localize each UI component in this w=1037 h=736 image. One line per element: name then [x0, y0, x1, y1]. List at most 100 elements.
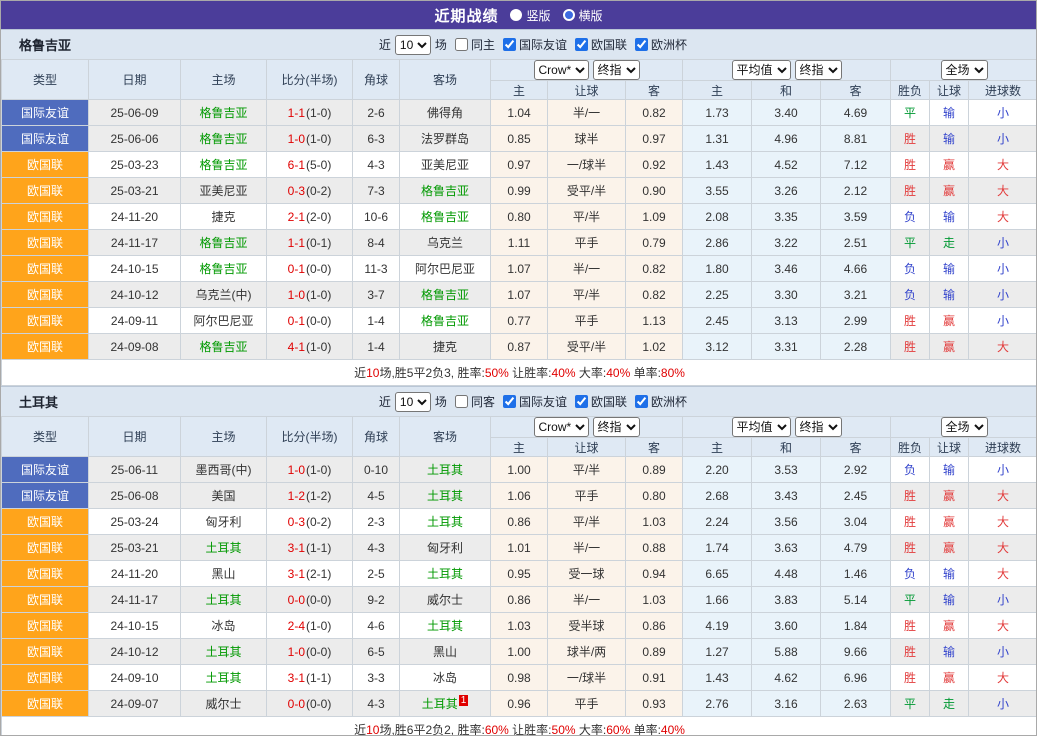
- cell-result: 胜: [891, 126, 930, 152]
- team-name: 土耳其: [19, 392, 58, 411]
- cell-home: 格鲁吉亚: [181, 126, 267, 152]
- table-row: 欧国联24-09-11阿尔巴尼亚0-1(0-0)1-4格鲁吉亚0.77平手1.1…: [2, 308, 1037, 334]
- competition-checkbox-国际友谊[interactable]: [503, 38, 516, 51]
- cell-result: 胜: [891, 178, 930, 204]
- same-venue-checkbox[interactable]: [455, 395, 468, 408]
- fulltime-score: 1-0: [288, 463, 305, 477]
- cell-home: 威尔士: [181, 691, 267, 717]
- competition-checkbox-欧洲杯[interactable]: [635, 395, 648, 408]
- competition-checkbox-欧国联[interactable]: [575, 395, 588, 408]
- dropdown-终指[interactable]: 终指: [795, 417, 842, 437]
- halftime-score: (0-1): [306, 236, 331, 250]
- halftime-score: (0-0): [306, 645, 331, 659]
- cell-score: 1-2(1-2): [267, 483, 353, 509]
- dropdown-10[interactable]: 10: [395, 392, 431, 412]
- col-header: 让球: [930, 438, 969, 457]
- dropdown-终指[interactable]: 终指: [795, 60, 842, 80]
- cell-date: 25-03-23: [89, 152, 181, 178]
- cell-avg-draw: 3.43: [752, 483, 821, 509]
- dropdown-终指[interactable]: 终指: [593, 417, 640, 437]
- cell-avg-draw: 3.63: [752, 535, 821, 561]
- cell-goals: 小: [969, 691, 1037, 717]
- cell-odds-home: 0.77: [491, 308, 548, 334]
- cell-avg-away: 2.99: [821, 308, 891, 334]
- fulltime-score: 3-1: [288, 567, 305, 581]
- same-venue-checkbox[interactable]: [455, 38, 468, 51]
- col-header: 比分(半场): [267, 417, 353, 457]
- cell-away: 格鲁吉亚: [400, 308, 491, 334]
- halftime-score: (2-0): [306, 210, 331, 224]
- fulltime-score: 2-1: [288, 210, 305, 224]
- cell-date: 24-11-20: [89, 204, 181, 230]
- cell-goals: 大: [969, 535, 1037, 561]
- competition-checkbox-欧国联[interactable]: [575, 38, 588, 51]
- col-header: 类型: [2, 60, 89, 100]
- cell-odds-away: 1.02: [626, 334, 683, 360]
- competition-label: 欧国联: [591, 36, 627, 53]
- cell-odds-home: 1.07: [491, 282, 548, 308]
- cell-odds-away: 0.80: [626, 483, 683, 509]
- layout-radio-horizontal[interactable]: 横版: [563, 7, 603, 24]
- away-sup-badge: 1: [459, 695, 469, 706]
- radio-unselected-icon[interactable]: [563, 9, 575, 21]
- games-label: 场: [435, 393, 447, 410]
- cell-away: 格鲁吉亚: [400, 282, 491, 308]
- dropdown-10[interactable]: 10: [395, 35, 431, 55]
- competition-label: 欧国联: [591, 393, 627, 410]
- radio-selected-icon[interactable]: [510, 9, 522, 21]
- cell-avg-home: 6.65: [683, 561, 752, 587]
- dropdown-全场[interactable]: 全场: [941, 60, 988, 80]
- cell-corner: 8-4: [353, 230, 400, 256]
- col-header: 日期: [89, 60, 181, 100]
- cell-odds-handicap: 受半球: [548, 613, 626, 639]
- cell-avg-home: 1.73: [683, 100, 752, 126]
- dropdown-平均值[interactable]: 平均值: [732, 417, 791, 437]
- radio-vertical-label: 竖版: [526, 7, 550, 24]
- cell-odds-home: 1.00: [491, 639, 548, 665]
- cell-home: 阿尔巴尼亚: [181, 308, 267, 334]
- col-header: 胜负: [891, 81, 930, 100]
- cell-odds-home: 1.03: [491, 613, 548, 639]
- cell-odds-home: 0.86: [491, 509, 548, 535]
- cell-league: 国际友谊: [2, 483, 89, 509]
- halftime-score: (5-0): [306, 158, 331, 172]
- dropdown-Crow*[interactable]: Crow*: [534, 60, 589, 80]
- cell-home: 土耳其: [181, 535, 267, 561]
- cell-goals: 小: [969, 587, 1037, 613]
- summary-row: 近10场,胜5平2负3, 胜率:50% 让胜率:40% 大率:40% 单率:80…: [2, 360, 1037, 386]
- cell-score: 2-4(1-0): [267, 613, 353, 639]
- cell-avg-away: 4.79: [821, 535, 891, 561]
- cell-odds-away: 0.90: [626, 178, 683, 204]
- cell-avg-home: 2.68: [683, 483, 752, 509]
- cell-date: 25-03-24: [89, 509, 181, 535]
- col-header: 让球: [548, 438, 626, 457]
- cell-away: 土耳其: [400, 509, 491, 535]
- cell-odds-home: 0.95: [491, 561, 548, 587]
- cell-goals: 小: [969, 639, 1037, 665]
- cell-goals: 小: [969, 256, 1037, 282]
- cell-away: 土耳其1: [400, 691, 491, 717]
- competition-checkbox-欧洲杯[interactable]: [635, 38, 648, 51]
- cell-handicap-result: 赢: [930, 178, 969, 204]
- cell-home: 冰岛: [181, 613, 267, 639]
- cell-avg-draw: 5.88: [752, 639, 821, 665]
- layout-radio-vertical[interactable]: 竖版: [510, 7, 550, 24]
- cell-goals: 小: [969, 230, 1037, 256]
- cell-handicap-result: 走: [930, 691, 969, 717]
- dropdown-全场[interactable]: 全场: [941, 417, 988, 437]
- dropdown-Crow*[interactable]: Crow*: [534, 417, 589, 437]
- cell-result: 胜: [891, 613, 930, 639]
- summary-row: 近10场,胜6平2负2, 胜率:60% 让胜率:50% 大率:60% 单率:40…: [2, 717, 1037, 736]
- competition-label: 国际友谊: [519, 393, 567, 410]
- halftime-score: (1-0): [306, 463, 331, 477]
- competition-checkbox-国际友谊[interactable]: [503, 395, 516, 408]
- cell-date: 24-11-17: [89, 587, 181, 613]
- cell-away: 捷克: [400, 334, 491, 360]
- cell-goals: 大: [969, 334, 1037, 360]
- cell-handicap-result: 赢: [930, 665, 969, 691]
- dropdown-终指[interactable]: 终指: [593, 60, 640, 80]
- dropdown-平均值[interactable]: 平均值: [732, 60, 791, 80]
- cell-avg-home: 2.25: [683, 282, 752, 308]
- cell-goals: 大: [969, 483, 1037, 509]
- cell-handicap-result: 输: [930, 100, 969, 126]
